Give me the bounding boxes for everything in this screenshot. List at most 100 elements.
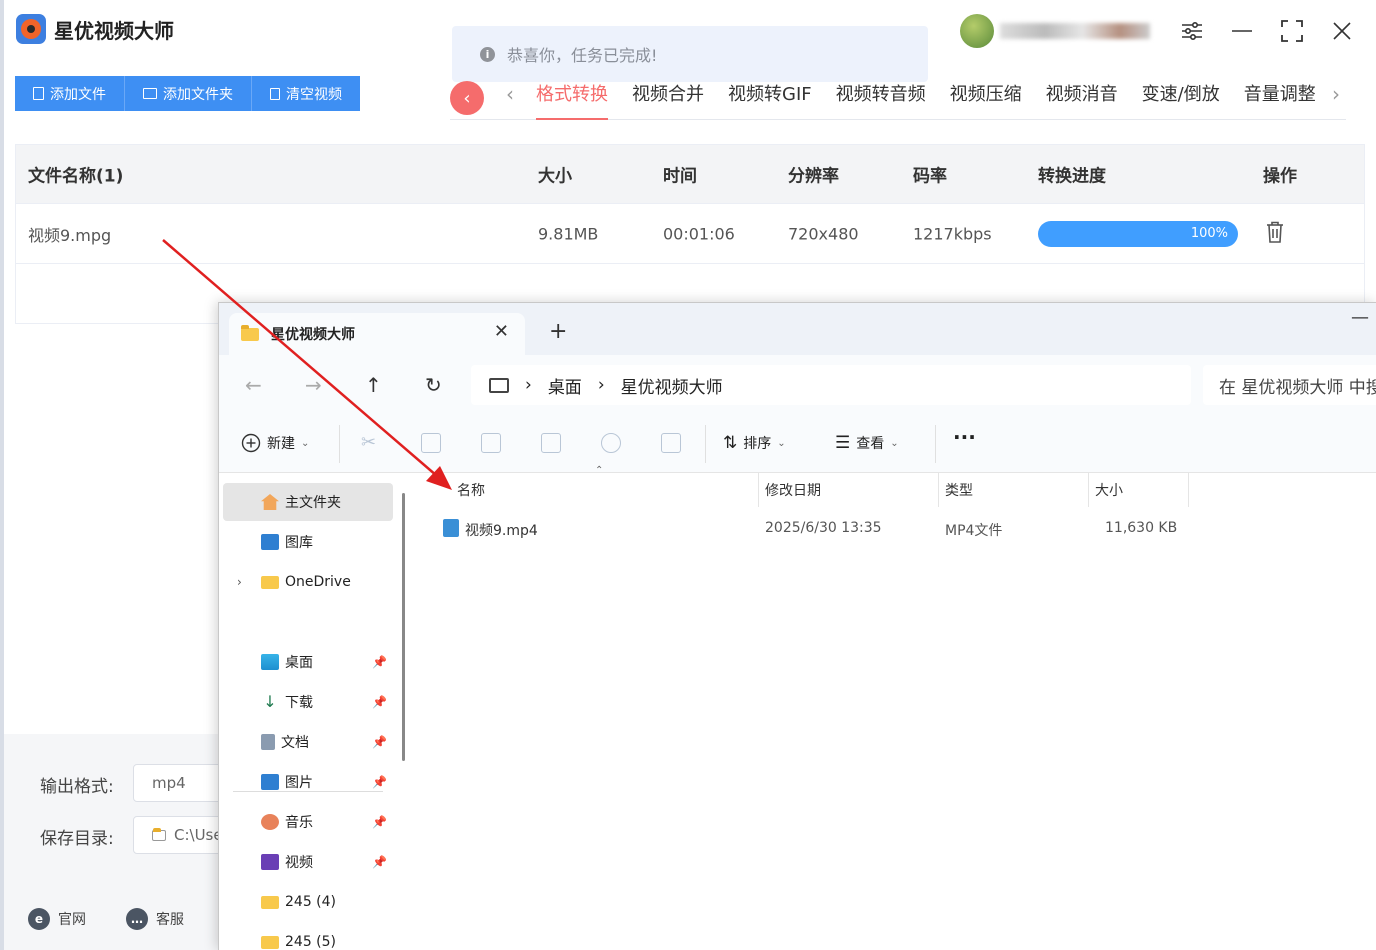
sidebar-item-downloads[interactable]: ↓ 下载 📌 bbox=[223, 683, 393, 721]
tab-volume[interactable]: 音量调整 bbox=[1244, 78, 1316, 120]
new-button[interactable]: 新建 ⌄ bbox=[241, 433, 309, 453]
search-input[interactable]: 在 星优视频大师 中搜 bbox=[1203, 365, 1376, 405]
paste-icon[interactable] bbox=[481, 433, 501, 453]
explorer-command-bar: 新建 ⌄ ✂ ⇅ 排序 ⌄ ☰ 查看 ⌄ ··· bbox=[219, 415, 1376, 473]
navigation-pane: 主文件夹 图库 › OneDrive 桌面 📌 ↓ 下载 📌 文档 📌 图片 📌… bbox=[219, 473, 411, 950]
tab-speed-reverse[interactable]: 变速/倒放 bbox=[1142, 78, 1220, 120]
website-link[interactable]: e 官网 bbox=[28, 908, 86, 930]
column-modified-label: 修改日期 bbox=[765, 483, 821, 499]
explorer-minimize-icon[interactable]: — bbox=[1351, 307, 1369, 328]
user-profile[interactable] bbox=[960, 14, 1150, 48]
col-header-bitrate: 码率 bbox=[913, 166, 947, 187]
more-options-icon[interactable]: ··· bbox=[953, 425, 976, 449]
sidebar-scrollbar[interactable] bbox=[402, 493, 405, 761]
output-format-value: mp4 bbox=[152, 774, 186, 792]
breadcrumb[interactable]: › 桌面 › 星优视频大师 bbox=[471, 365, 1191, 405]
column-header-size[interactable]: 大小 bbox=[1089, 473, 1189, 507]
sidebar-item-music[interactable]: 音乐 📌 bbox=[223, 803, 393, 841]
tab-video-merge[interactable]: 视频合并 bbox=[632, 78, 704, 120]
sidebar-item-home[interactable]: 主文件夹 bbox=[223, 483, 393, 521]
up-arrow-icon[interactable]: ↑ bbox=[365, 373, 382, 397]
toolbar-divider bbox=[339, 425, 340, 463]
add-file-button[interactable]: 添加文件 bbox=[15, 76, 125, 111]
sidebar-item-folder-245-5[interactable]: 245 (5) bbox=[223, 923, 393, 950]
tabs-next-icon[interactable]: › bbox=[1332, 82, 1340, 106]
sidebar-item-label: 桌面 bbox=[285, 655, 313, 671]
chevron-down-icon: ⌄ bbox=[890, 437, 899, 449]
back-arrow-icon[interactable]: ← bbox=[245, 373, 262, 397]
view-label: 查看 bbox=[856, 436, 885, 452]
sidebar-item-onedrive[interactable]: › OneDrive bbox=[223, 563, 393, 601]
table-row[interactable]: 视频9.mpg 9.81MB 00:01:06 720x480 1217kbps… bbox=[16, 203, 1364, 263]
col-header-name: 文件名称(1) bbox=[28, 166, 124, 187]
folder-icon bbox=[241, 324, 259, 341]
desktop-icon bbox=[261, 654, 279, 670]
clear-videos-label: 清空视频 bbox=[286, 86, 342, 103]
column-header-name[interactable]: 名称 ⌃ bbox=[451, 465, 759, 507]
col-header-size: 大小 bbox=[538, 166, 572, 187]
delete-trash-icon[interactable] bbox=[1266, 221, 1284, 243]
file-list-pane: 名称 ⌃ 修改日期 类型 大小 视频9.mp4 2025/6/30 13:35 … bbox=[415, 465, 1376, 950]
sidebar-item-label: 主文件夹 bbox=[285, 495, 341, 511]
new-tab-icon[interactable]: + bbox=[549, 319, 567, 344]
column-header-type[interactable]: 类型 bbox=[939, 473, 1089, 507]
column-size-label: 大小 bbox=[1095, 483, 1123, 499]
view-list-icon: ☰ bbox=[835, 433, 851, 453]
close-icon[interactable] bbox=[1324, 14, 1360, 48]
back-button[interactable]: ‹ bbox=[450, 81, 484, 115]
sidebar-item-documents[interactable]: 文档 📌 bbox=[223, 723, 393, 761]
tab-video-to-audio[interactable]: 视频转音频 bbox=[836, 78, 926, 120]
avatar[interactable] bbox=[960, 14, 994, 48]
tab-format-convert[interactable]: 格式转换 bbox=[536, 78, 608, 120]
success-toast: i 恭喜你，任务已完成! bbox=[452, 26, 928, 82]
refresh-icon[interactable]: ↻ bbox=[425, 373, 442, 397]
sidebar-item-desktop[interactable]: 桌面 📌 bbox=[223, 643, 393, 681]
tab-video-compress[interactable]: 视频压缩 bbox=[950, 78, 1022, 120]
tab-video-to-gif[interactable]: 视频转GIF bbox=[728, 78, 812, 120]
website-icon: e bbox=[28, 908, 50, 930]
breadcrumb-current-folder[interactable]: 星优视频大师 bbox=[621, 373, 723, 398]
copy-icon[interactable] bbox=[421, 433, 441, 453]
sidebar-item-folder-245-4[interactable]: 245 (4) bbox=[223, 883, 393, 921]
sidebar-item-label: 图片 bbox=[285, 775, 313, 791]
folder-icon bbox=[261, 895, 279, 909]
folder-icon bbox=[261, 575, 279, 589]
breadcrumb-desktop[interactable]: 桌面 bbox=[548, 373, 582, 398]
clear-videos-button[interactable]: 清空视频 bbox=[252, 76, 360, 111]
rename-icon[interactable] bbox=[541, 433, 561, 453]
file-icon bbox=[33, 87, 44, 100]
tab-video-mute[interactable]: 视频消音 bbox=[1046, 78, 1118, 120]
sidebar-item-gallery[interactable]: 图库 bbox=[223, 523, 393, 561]
file-list-item[interactable]: 视频9.mp4 2025/6/30 13:35 MP4文件 11,630 KB bbox=[439, 513, 1199, 545]
support-link[interactable]: … 客服 bbox=[126, 908, 184, 930]
explorer-tab[interactable]: 星优视频大师 ✕ bbox=[229, 313, 525, 355]
save-dir-label: 保存目录: bbox=[40, 829, 114, 849]
settings-icon[interactable] bbox=[1174, 14, 1210, 48]
tab-close-icon[interactable]: ✕ bbox=[494, 321, 509, 342]
sort-button[interactable]: ⇅ 排序 ⌄ bbox=[723, 433, 786, 453]
cut-icon[interactable]: ✂ bbox=[361, 433, 381, 453]
column-header-modified[interactable]: 修改日期 bbox=[759, 473, 939, 507]
sidebar-item-pictures[interactable]: 图片 📌 bbox=[223, 763, 393, 801]
forward-arrow-icon[interactable]: → bbox=[305, 373, 322, 397]
music-icon bbox=[261, 814, 279, 830]
sidebar-item-label: 245 (5) bbox=[285, 934, 337, 950]
share-icon[interactable] bbox=[601, 433, 621, 453]
info-icon: i bbox=[480, 46, 495, 62]
delete-icon[interactable] bbox=[661, 433, 681, 453]
maximize-icon[interactable] bbox=[1274, 14, 1310, 48]
document-icon bbox=[261, 734, 275, 750]
sidebar-item-label: 视频 bbox=[285, 855, 313, 871]
col-header-progress: 转换进度 bbox=[1038, 166, 1106, 187]
app-title: 星优视频大师 bbox=[54, 18, 174, 43]
column-type-label: 类型 bbox=[945, 483, 973, 499]
tabs-prev-icon[interactable]: ‹ bbox=[506, 82, 514, 106]
pin-icon: 📌 bbox=[372, 655, 387, 669]
minimize-icon[interactable] bbox=[1224, 14, 1260, 48]
sidebar-item-label: 下载 bbox=[285, 695, 313, 711]
sidebar-item-label: 文档 bbox=[281, 735, 309, 751]
expand-chevron-icon[interactable]: › bbox=[237, 575, 242, 589]
add-folder-button[interactable]: 添加文件夹 bbox=[125, 76, 252, 111]
sidebar-item-videos[interactable]: 视频 📌 bbox=[223, 843, 393, 881]
view-button[interactable]: ☰ 查看 ⌄ bbox=[835, 433, 899, 453]
